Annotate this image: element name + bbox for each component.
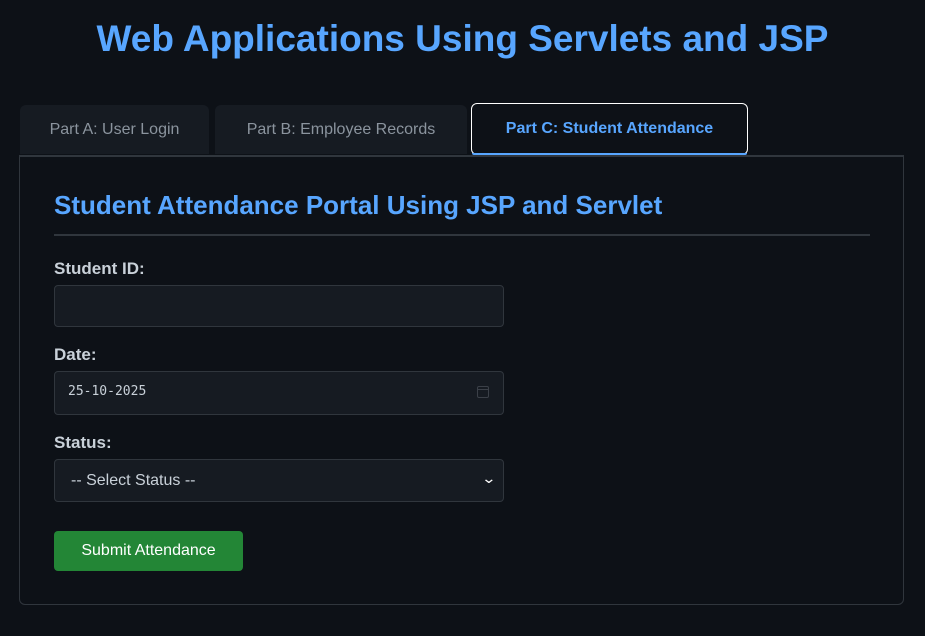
student-id-input[interactable] bbox=[54, 285, 504, 327]
attendance-panel: Student Attendance Portal Using JSP and … bbox=[19, 155, 904, 605]
date-value: 25-10-2025 bbox=[68, 384, 147, 399]
student-id-label: Student ID: bbox=[54, 259, 145, 278]
status-label: Status: bbox=[54, 433, 112, 452]
calendar-icon[interactable] bbox=[477, 386, 489, 398]
title-divider bbox=[54, 234, 870, 236]
tab-part-c[interactable]: Part C: Student Attendance bbox=[471, 103, 748, 155]
page: Web Applications Using Servlets and JSP … bbox=[0, 0, 925, 636]
tab-part-a[interactable]: Part A: User Login bbox=[20, 105, 209, 154]
date-label: Date: bbox=[54, 345, 97, 364]
tab-part-b[interactable]: Part B: Employee Records bbox=[215, 105, 467, 154]
status-selected-value: -- Select Status -- bbox=[71, 472, 196, 489]
status-select[interactable]: -- Select Status -- ⌄ bbox=[54, 459, 504, 502]
panel-title: Student Attendance Portal Using JSP and … bbox=[54, 190, 663, 220]
chevron-down-icon: ⌄ bbox=[481, 470, 497, 486]
date-input[interactable]: 25-10-2025 bbox=[54, 371, 504, 415]
submit-attendance-button[interactable]: Submit Attendance bbox=[54, 531, 243, 571]
page-title: Web Applications Using Servlets and JSP bbox=[96, 18, 829, 59]
